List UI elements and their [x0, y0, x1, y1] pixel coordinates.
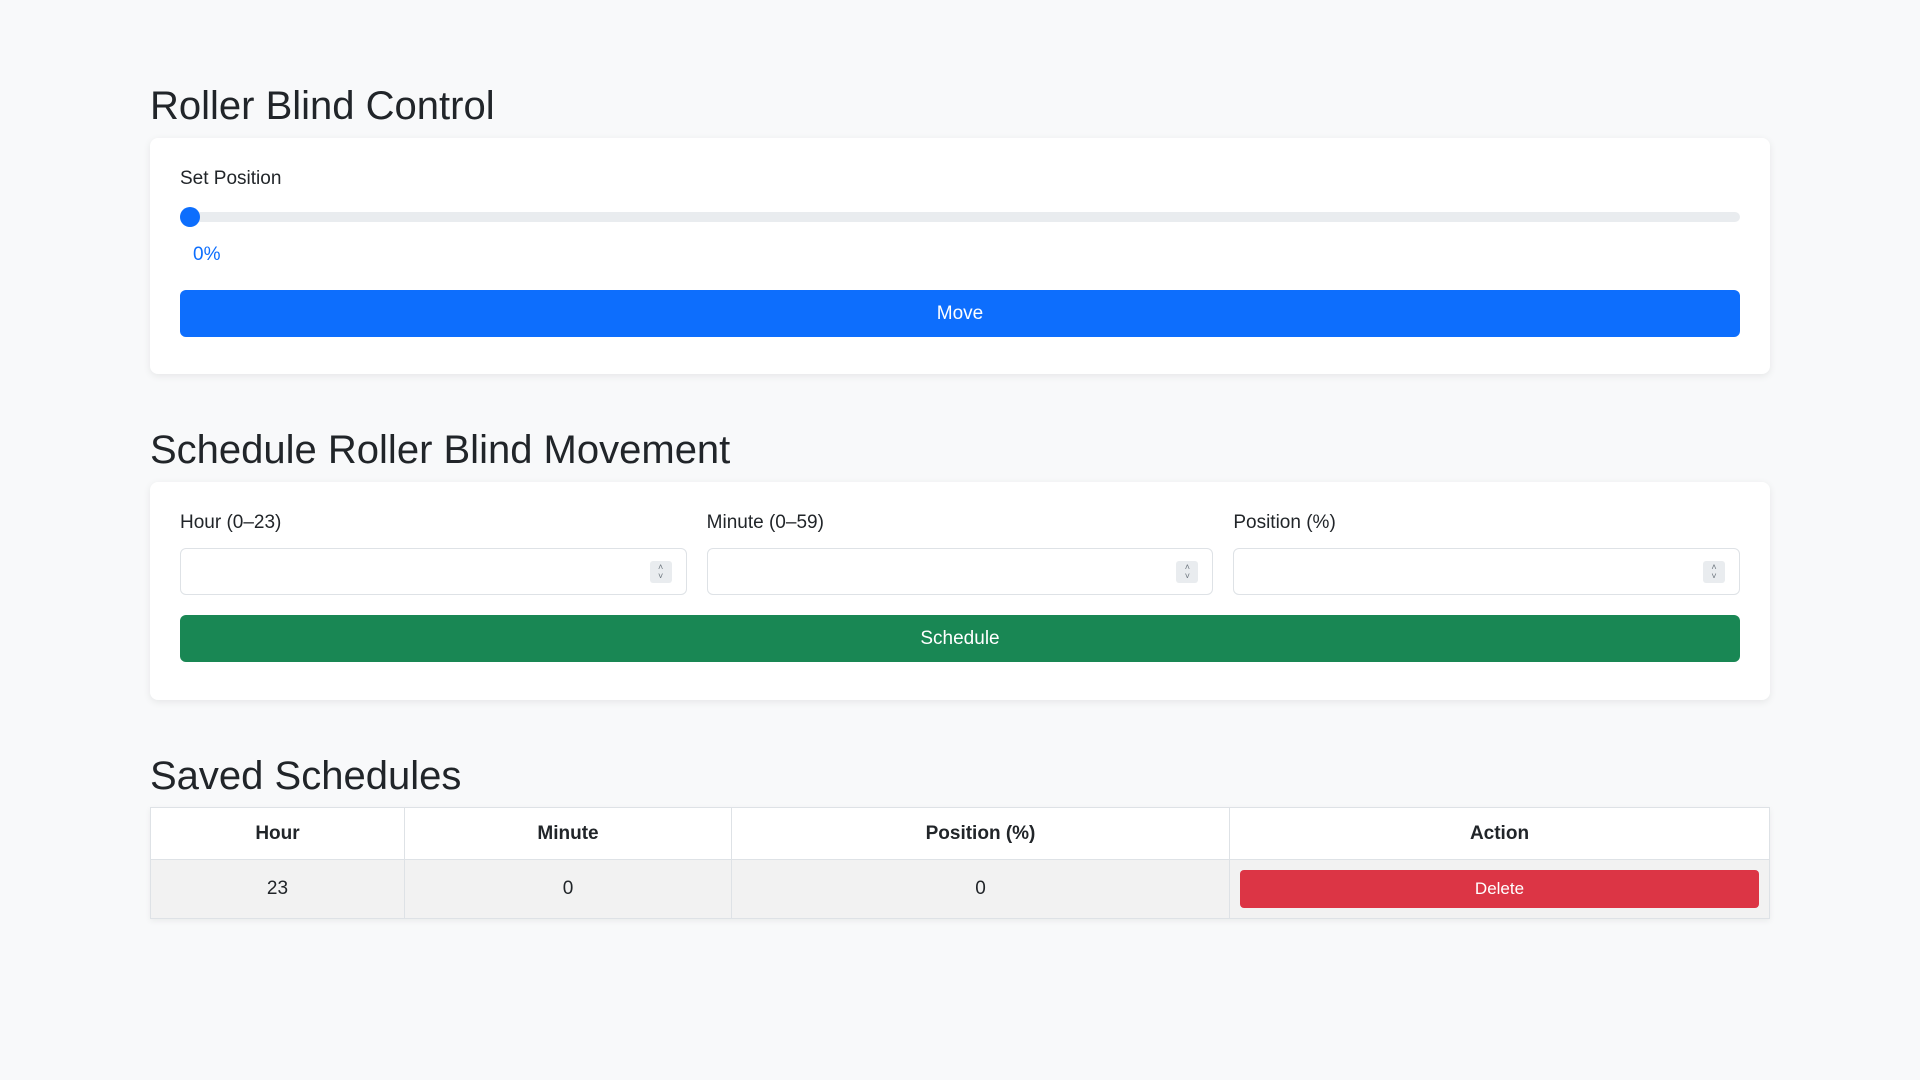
minute-input[interactable] [707, 549, 1213, 594]
control-title: Roller Blind Control [150, 84, 495, 128]
hour-field-group: Hour (0–23) ˄ ˅ [180, 512, 687, 595]
saved-schedules-table: Hour Minute Position (%) Action 23 0 0 D… [150, 807, 1770, 919]
hour-input-wrapper: ˄ ˅ [180, 548, 687, 595]
move-button[interactable]: Move [180, 290, 1740, 337]
cell-minute: 0 [404, 859, 732, 919]
schedule-button[interactable]: Schedule [180, 615, 1740, 662]
delete-button[interactable]: Delete [1240, 870, 1759, 908]
schedule-title: Schedule Roller Blind Movement [150, 428, 731, 472]
hour-label: Hour (0–23) [180, 512, 282, 533]
minute-spinner-icon[interactable]: ˄ ˅ [1176, 561, 1199, 583]
minute-label: Minute (0–59) [706, 512, 824, 533]
cell-position: 0 [731, 859, 1230, 919]
header-position: Position (%) [731, 807, 1230, 860]
position-input[interactable] [1234, 549, 1740, 594]
header-action: Action [1229, 807, 1770, 860]
hour-spinner-icon[interactable]: ˄ ˅ [649, 561, 672, 583]
header-hour: Hour [150, 807, 405, 860]
schedule-card: Hour (0–23) ˄ ˅ Minute (0–59) ˄ ˅ Position… [150, 482, 1770, 700]
position-spinner-icon[interactable]: ˄ ˅ [1703, 561, 1726, 583]
cell-hour: 23 [150, 859, 405, 919]
position-label: Position (%) [1233, 512, 1336, 533]
slider-thumb[interactable] [180, 207, 200, 227]
header-minute: Minute [404, 807, 732, 860]
minute-input-wrapper: ˄ ˅ [706, 548, 1214, 595]
position-field-group: Position (%) ˄ ˅ [1233, 512, 1741, 595]
saved-schedules-title: Saved Schedules [150, 754, 462, 798]
cell-action: Delete [1229, 859, 1770, 919]
minute-field-group: Minute (0–59) ˄ ˅ [706, 512, 1214, 595]
hour-input[interactable] [181, 549, 686, 594]
table-row: 23 0 0 Delete [150, 859, 1770, 919]
position-value-text: 0% [193, 244, 221, 265]
set-position-label: Set Position [180, 168, 282, 189]
control-card: Set Position 0% Move [150, 138, 1770, 374]
schedule-fields-row: Hour (0–23) ˄ ˅ Minute (0–59) ˄ ˅ Position… [180, 512, 1741, 595]
table-header-row: Hour Minute Position (%) Action [150, 807, 1770, 860]
saved-schedules-table-wrapper: Hour Minute Position (%) Action 23 0 0 D… [150, 807, 1770, 919]
position-input-wrapper: ˄ ˅ [1233, 548, 1741, 595]
position-slider[interactable] [180, 207, 1740, 227]
